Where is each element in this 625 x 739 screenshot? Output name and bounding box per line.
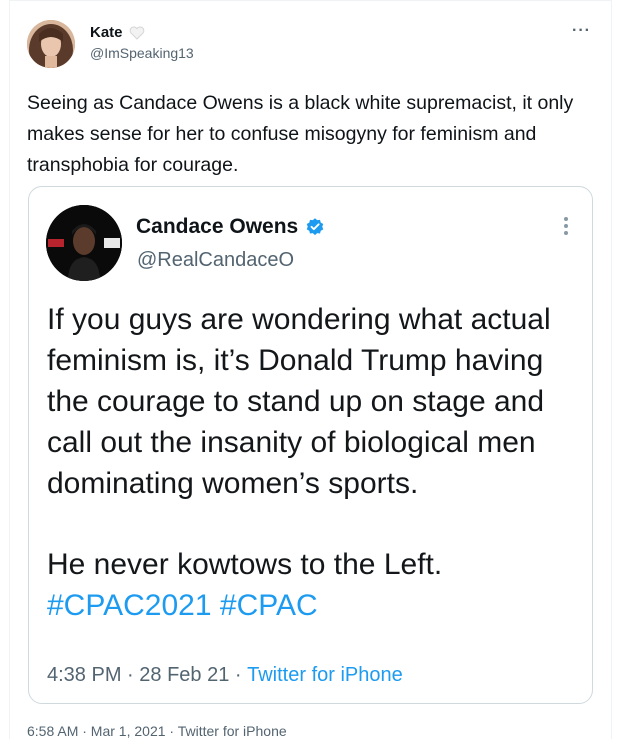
more-vertical-icon[interactable] xyxy=(563,217,569,237)
tweet-timestamp[interactable]: 6:58 AM · Mar 1, 2021 · Twitter for iPho… xyxy=(27,723,287,739)
quoted-author-name[interactable]: Candace Owens xyxy=(136,215,298,239)
meta-separator: · xyxy=(229,664,248,686)
author-name[interactable]: Kate xyxy=(90,24,123,42)
meta-separator: · xyxy=(121,664,140,686)
quoted-author-avatar[interactable] xyxy=(46,205,122,281)
quoted-date[interactable]: 28 Feb 21 xyxy=(139,664,229,687)
white-heart-icon xyxy=(129,26,144,40)
quoted-author-handle[interactable]: @RealCandaceO xyxy=(137,249,294,272)
hashtag-cpac2021-link[interactable]: #CPAC2021 xyxy=(47,589,212,622)
quoted-paragraph-1: If you guys are wondering what actual fe… xyxy=(47,303,551,500)
more-horizontal-icon[interactable]: ··· xyxy=(572,22,591,40)
quoted-tweet-meta: 4:38 PM · 28 Feb 21 · Twitter for iPhone xyxy=(47,664,403,687)
quoted-hashtags: #CPAC2021 #CPAC xyxy=(47,585,587,626)
author-handle[interactable]: @ImSpeaking13 xyxy=(90,44,194,62)
quoted-tweet[interactable]: Candace Owens @RealCandaceO If you guys … xyxy=(28,186,593,704)
verified-badge-icon xyxy=(306,218,324,236)
author-avatar[interactable] xyxy=(27,20,75,68)
author-name-row[interactable]: Kate xyxy=(90,24,145,42)
hashtag-cpac-link[interactable]: #CPAC xyxy=(220,589,318,622)
quoted-tweet-body: If you guys are wondering what actual fe… xyxy=(47,299,587,626)
quoted-source-link[interactable]: Twitter for iPhone xyxy=(247,664,403,687)
tweet-text: Seeing as Candace Owens is a black white… xyxy=(27,92,574,176)
quoted-time[interactable]: 4:38 PM xyxy=(47,664,121,687)
quoted-paragraph-2: He never kowtows to the Left. xyxy=(47,548,443,581)
quoted-author-name-row[interactable]: Candace Owens xyxy=(136,215,325,239)
